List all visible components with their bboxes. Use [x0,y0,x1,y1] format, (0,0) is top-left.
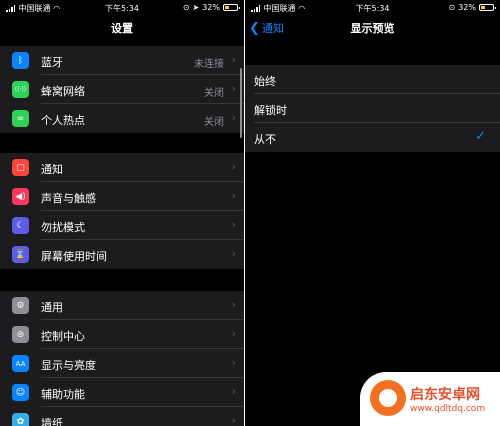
settings-group: ⚙ 通用 › ⊜ 控制中心 › AA 显示与亮度 › ☺ 辅助功能 › ✿ 墙纸 › [0,291,244,426]
battery-percent: 32% [458,3,476,12]
settings-row-value: 关闭 [204,117,224,128]
chevron-right-icon: › [231,53,236,66]
antenna-icon: ((·)) [12,81,29,98]
settings-row[interactable]: ∞ 个人热点 关闭 › [0,104,244,133]
settings-row-label: 屏幕使用时间 [41,250,107,263]
settings-row[interactable]: ☾ 勿扰模式 › [0,211,244,240]
settings-row-label: 蓝牙 [41,56,63,69]
settings-row[interactable]: ◀) 声音与触感 › [0,182,244,211]
rotation-lock-icon: ⊙ [182,3,190,12]
chevron-right-icon: › [231,247,236,260]
preview-option[interactable]: 始终 [245,65,500,94]
status-bar: 中国联通 ◠ 下午5:34 ⊙ 32% [245,0,500,16]
scrollbar[interactable] [240,68,242,138]
speaker-icon: ◀) [12,188,29,205]
preview-options-list: 始终解锁时从不 ✓ [245,65,500,152]
watermark: 启东安卓网 www.qdltdq.com [360,372,500,426]
hourglass-icon: ⌛ [12,246,29,263]
show-previews-screen: 中国联通 ◠ 下午5:34 ⊙ 32% ❮ 通知 显示预览 始终 解锁时 从不 ✓ [245,0,500,426]
rotation-lock-icon: ⊙ [448,3,456,12]
settings-row-label: 声音与触感 [41,192,96,205]
battery-fill [481,6,485,9]
status-bar: 中国联通 ◠ 下午5:34 ⊙ ➤ 32% [0,0,244,16]
settings-group: ᛒ 蓝牙 未连接 › ((·)) 蜂窝网络 关闭 › ∞ 个人热点 关闭 › [0,46,244,133]
bluetooth-icon: ᛒ [12,52,29,69]
settings-row-label: 个人热点 [41,114,85,127]
chevron-right-icon: › [231,356,236,369]
hotspot-icon: ∞ [12,110,29,127]
watermark-logo-icon [370,380,406,416]
text-size-icon: AA [12,355,29,372]
chevron-right-icon: › [231,385,236,398]
settings-row-label: 辅助功能 [41,388,85,401]
accessibility-icon: ☺ [12,384,29,401]
settings-row[interactable]: ☺ 辅助功能 › [0,378,244,407]
settings-row[interactable]: ▢ 通知 › [0,153,244,182]
location-icon: ➤ [192,3,200,12]
settings-row[interactable]: ᛒ 蓝牙 未连接 › [0,46,244,75]
preview-option-label: 从不 [254,133,276,146]
settings-group: ▢ 通知 › ◀) 声音与触感 › ☾ 勿扰模式 › ⌛ 屏幕使用时间 › [0,153,244,269]
preview-option[interactable]: 解锁时 [245,94,500,123]
checkmark-icon: ✓ [475,129,486,144]
chevron-right-icon: › [231,327,236,340]
settings-row[interactable]: ⌛ 屏幕使用时间 › [0,240,244,269]
settings-row-label: 蜂窝网络 [41,85,85,98]
page-title: 显示预览 [350,22,395,35]
settings-row-label: 墙纸 [41,417,63,426]
toggles-icon: ⊜ [12,326,29,343]
settings-row[interactable]: ⊜ 控制中心 › [0,320,244,349]
chevron-right-icon: › [231,160,236,173]
settings-row[interactable]: AA 显示与亮度 › [0,349,244,378]
settings-row-label: 显示与亮度 [41,359,96,372]
preview-option-label: 解锁时 [254,104,287,117]
chevron-right-icon: › [231,111,236,124]
battery-fill [225,6,229,9]
settings-row[interactable]: ((·)) 蜂窝网络 关闭 › [0,75,244,104]
watermark-url: www.qdltdq.com [410,404,486,414]
settings-row-value: 未连接 [194,59,224,70]
settings-row-label: 通知 [41,163,63,176]
settings-row-value: 关闭 [204,88,224,99]
settings-row-label: 控制中心 [41,330,85,343]
settings-row-label: 勿扰模式 [41,221,85,234]
chevron-right-icon: › [231,82,236,95]
chevron-right-icon: › [231,414,236,426]
moon-icon: ☾ [12,217,29,234]
battery-percent: 32% [202,3,220,12]
page-title: 设置 [111,22,133,35]
preview-option-label: 始终 [254,75,276,88]
chevron-right-icon: › [231,189,236,202]
settings-row[interactable]: ⚙ 通用 › [0,291,244,320]
chevron-right-icon: › [231,298,236,311]
settings-row[interactable]: ✿ 墙纸 › [0,407,244,426]
battery-icon [479,4,496,11]
watermark-name: 启东安卓网 [410,387,480,403]
chevron-right-icon: › [231,218,236,231]
settings-row-label: 通用 [41,301,63,314]
battery-icon [223,4,240,11]
notification-icon: ▢ [12,159,29,176]
gear-icon: ⚙ [12,297,29,314]
flower-icon: ✿ [12,413,29,426]
settings-screen: 中国联通 ◠ 下午5:34 ⊙ ➤ 32% 设置 ᛒ 蓝牙 未连接 › ((·)) 蜂窝网… [0,0,244,426]
preview-option[interactable]: 从不 ✓ [245,123,500,152]
